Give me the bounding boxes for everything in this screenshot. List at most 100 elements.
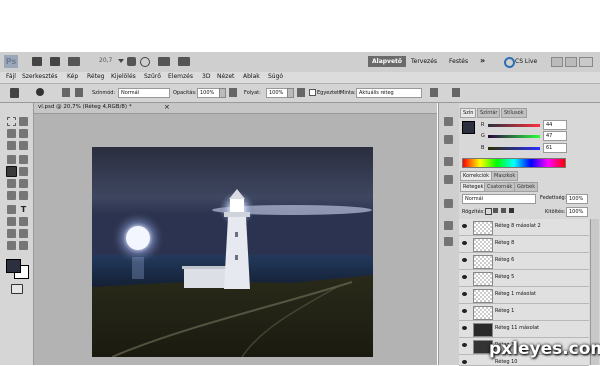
visibility-eye-icon[interactable] xyxy=(462,258,467,262)
document-close-icon[interactable]: × xyxy=(164,103,170,111)
menu-layer[interactable]: Réteg xyxy=(87,73,104,80)
airbrush-icon[interactable] xyxy=(297,88,305,97)
pressure-opacity-icon[interactable] xyxy=(229,88,237,97)
tool-presets-panel-icon[interactable] xyxy=(444,157,453,166)
zoom-level[interactable]: 20,7 xyxy=(99,57,112,64)
healing-brush-tool-icon[interactable] xyxy=(7,155,16,164)
lock-all-icon[interactable] xyxy=(509,208,514,213)
layer-row[interactable]: Réteg 11 másolat xyxy=(459,321,589,338)
menu-window[interactable]: Ablak xyxy=(243,73,260,80)
eraser-tool-icon[interactable] xyxy=(7,179,16,188)
mode-select[interactable]: Normál xyxy=(118,88,170,98)
workspace-alapveto-button[interactable]: Alapvető xyxy=(368,56,407,67)
layer-row[interactable]: Réteg 6 xyxy=(459,253,589,270)
cs-live-button[interactable]: CS Live xyxy=(515,58,537,65)
tab-color[interactable]: Szín xyxy=(460,108,477,118)
sample-select[interactable]: Aktuális réteg xyxy=(356,88,422,98)
layer-row[interactable]: Réteg 5 xyxy=(459,270,589,287)
brush-panel-icon[interactable] xyxy=(444,175,453,184)
tab-layers[interactable]: Rétegek xyxy=(460,182,487,192)
dodge-tool-icon[interactable] xyxy=(19,191,28,200)
bridge-icon[interactable] xyxy=(32,57,42,66)
actions-panel-icon[interactable] xyxy=(444,135,453,144)
opacity-dropdown-icon[interactable] xyxy=(219,88,226,98)
menu-help[interactable]: Súgó xyxy=(268,73,283,80)
shape-tool-icon[interactable] xyxy=(19,217,28,226)
character-panel-icon[interactable] xyxy=(444,221,453,230)
layer-row[interactable]: Réteg 1 másolat xyxy=(459,287,589,304)
screen-mode-icon[interactable] xyxy=(178,57,190,66)
clone-source-panel-icon[interactable] xyxy=(444,199,453,208)
ignore-adjustment-icon[interactable] xyxy=(430,88,438,97)
pressure-size-icon[interactable] xyxy=(452,88,460,97)
pen-tool-icon[interactable] xyxy=(7,205,16,214)
visibility-eye-icon[interactable] xyxy=(462,275,467,279)
path-selection-tool-icon[interactable] xyxy=(7,217,16,226)
menu-3d[interactable]: 3D xyxy=(202,73,210,80)
tab-channels[interactable]: Csatornák xyxy=(484,182,516,192)
marquee-tool-icon[interactable] xyxy=(7,117,16,126)
zoom-dropdown-icon[interactable] xyxy=(118,59,124,63)
document-tab[interactable]: vl.psd @ 20,7% (Réteg 4,RGB/8) * × xyxy=(34,103,437,114)
red-slider[interactable] xyxy=(488,124,540,127)
quick-mask-icon[interactable] xyxy=(11,284,23,294)
brush-tool-icon[interactable] xyxy=(19,155,28,164)
3d-orbit-tool-icon[interactable] xyxy=(19,229,28,238)
visibility-eye-icon[interactable] xyxy=(462,360,467,364)
clone-stamp-tool-icon-active[interactable] xyxy=(6,166,17,177)
foreground-color-swatch[interactable] xyxy=(6,259,21,273)
layer-row[interactable]: Réteg 8 másolat 2 xyxy=(459,219,589,236)
layer-row[interactable]: Réteg 1 xyxy=(459,304,589,321)
history-panel-icon[interactable] xyxy=(444,117,453,126)
visibility-eye-icon[interactable] xyxy=(462,224,467,228)
3d-rotate-tool-icon[interactable] xyxy=(7,229,16,238)
visibility-eye-icon[interactable] xyxy=(462,292,467,296)
arrange-documents-icon[interactable] xyxy=(158,57,170,66)
tab-adjustments[interactable]: Korrekciók xyxy=(460,171,493,181)
menu-image[interactable]: Kép xyxy=(67,73,78,80)
tab-styles[interactable]: Stílusok xyxy=(501,108,527,118)
hand-tool-icon-box[interactable] xyxy=(7,241,16,250)
hand-tool-icon[interactable] xyxy=(127,57,136,66)
lock-image-icon[interactable] xyxy=(493,208,498,213)
green-slider[interactable] xyxy=(488,135,540,138)
menu-file[interactable]: Fájl xyxy=(6,73,16,80)
visibility-eye-icon[interactable] xyxy=(462,309,467,313)
color-spectrum-bar[interactable] xyxy=(462,158,566,168)
flow-dropdown-icon[interactable] xyxy=(287,88,294,98)
lasso-tool-icon[interactable] xyxy=(7,129,16,138)
aligned-checkbox[interactable] xyxy=(309,89,316,96)
red-value-field[interactable]: 44 xyxy=(543,120,567,130)
lock-position-icon[interactable] xyxy=(501,208,506,213)
blur-tool-icon[interactable] xyxy=(7,191,16,200)
paragraph-panel-icon[interactable] xyxy=(444,237,453,246)
visibility-eye-icon[interactable] xyxy=(462,326,467,330)
brush-preset-icon[interactable] xyxy=(62,88,70,97)
menu-view[interactable]: Nézet xyxy=(217,73,234,80)
mini-bridge-icon[interactable] xyxy=(50,57,60,66)
zoom-tool-icon-box[interactable] xyxy=(19,241,28,250)
color-panel-foreground-swatch[interactable] xyxy=(462,121,475,134)
cs-live-icon[interactable] xyxy=(504,57,515,68)
tab-masks[interactable]: Maszkok xyxy=(491,171,519,181)
minimize-button[interactable] xyxy=(551,57,563,67)
menu-edit[interactable]: Szerkesztés xyxy=(22,73,58,80)
workspace-tervezes-button[interactable]: Tervezés xyxy=(411,58,437,65)
workspace-festes-button[interactable]: Festés xyxy=(449,58,468,65)
gradient-tool-icon[interactable] xyxy=(19,179,28,188)
maximize-button[interactable] xyxy=(565,57,577,67)
menu-filter[interactable]: Szűrő xyxy=(144,73,161,80)
menu-select[interactable]: Kijelölés xyxy=(111,73,136,80)
layer-row[interactable]: Réteg 8 xyxy=(459,236,589,253)
tab-curves[interactable]: Görbék xyxy=(514,182,539,192)
fill-field[interactable]: 100% xyxy=(566,207,588,217)
zoom-tool-icon[interactable] xyxy=(140,57,150,67)
green-value-field[interactable]: 47 xyxy=(543,131,567,141)
blue-slider[interactable] xyxy=(488,147,540,150)
more-workspaces-button[interactable]: » xyxy=(480,56,485,65)
close-button[interactable] xyxy=(579,57,593,67)
visibility-eye-icon[interactable] xyxy=(462,241,467,245)
menu-analysis[interactable]: Elemzés xyxy=(168,73,193,80)
blue-value-field[interactable]: 61 xyxy=(543,143,567,153)
layer-opacity-field[interactable]: 100% xyxy=(566,194,588,204)
